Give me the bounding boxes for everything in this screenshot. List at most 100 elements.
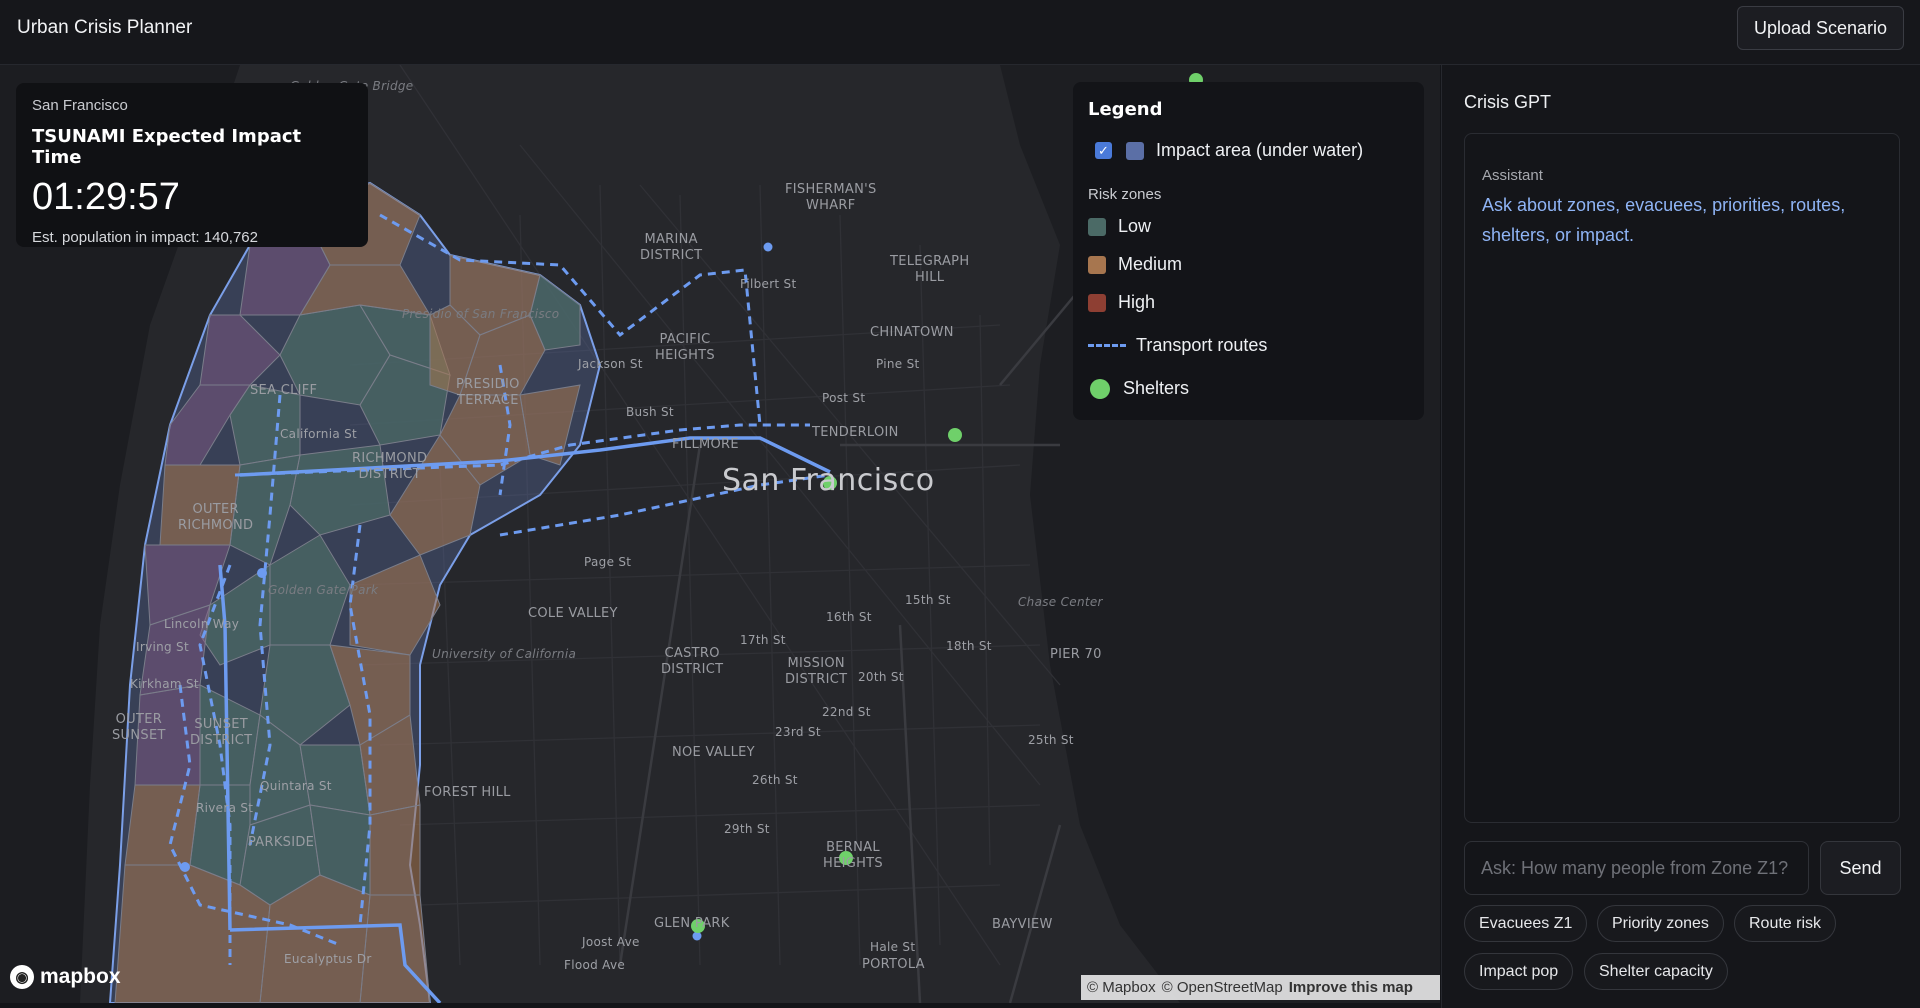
street-label: Eucalyptus Dr <box>284 952 372 966</box>
impact-area-checkbox[interactable]: ✓ <box>1095 142 1112 159</box>
app-title: Urban Crisis Planner <box>17 17 193 38</box>
district-label: FILLMORE <box>672 437 739 452</box>
street-label: 16th St <box>826 610 872 624</box>
district-label: CASTRO DISTRICT <box>661 646 724 677</box>
chat-title: Crisis GPT <box>1464 92 1551 112</box>
district-label: OUTER SUNSET <box>112 712 166 743</box>
street-label: 20th St <box>858 670 904 684</box>
impact-area-swatch <box>1126 141 1144 160</box>
place-label: PIER 70 <box>1050 647 1102 662</box>
district-label: MARINA DISTRICT <box>640 232 703 263</box>
place-label: Chase Center <box>1018 595 1103 609</box>
district-label: CHINATOWN <box>870 325 954 340</box>
risk-medium-swatch <box>1088 255 1106 274</box>
district-label: MISSION DISTRICT <box>785 656 848 687</box>
street-label: 15th St <box>905 593 951 607</box>
impact-population: Est. population in impact: 140,762 <box>32 229 258 246</box>
chip-route-risk[interactable]: Route risk <box>1734 905 1837 942</box>
mapbox-logo[interactable]: ◉ mapbox <box>10 965 121 989</box>
street-label: 26th St <box>752 773 798 787</box>
map-attribution: © Mapbox © OpenStreetMap Improve this ma… <box>1081 975 1440 1000</box>
street-label: 29th St <box>724 822 770 836</box>
impact-card: San Francisco TSUNAMI Expected Impact Ti… <box>16 83 368 247</box>
district-label: BERNAL HEIGHTS <box>823 840 883 871</box>
street-label: Hale St <box>870 940 916 954</box>
route-dash-swatch <box>1088 344 1126 347</box>
risk-high-label: High <box>1118 292 1156 312</box>
legend-panel: Legend ✓ Impact area (under water) Risk … <box>1073 82 1424 420</box>
street-label: Lincoln Way <box>164 617 240 631</box>
street-label: Filbert St <box>740 277 797 291</box>
impact-area-label: Impact area (under water) <box>1156 140 1364 160</box>
assistant-role-label: Assistant <box>1482 167 1543 184</box>
street-label: 18th St <box>946 639 992 653</box>
shelter-dot-swatch <box>1090 378 1110 399</box>
district-label: COLE VALLEY <box>528 606 618 621</box>
place-label: University of California <box>432 647 577 661</box>
district-label: BAYVIEW <box>992 917 1053 932</box>
place-label: Golden Gate Park <box>268 583 379 597</box>
street-label: 17th St <box>740 633 786 647</box>
street-label: 23rd St <box>775 725 821 739</box>
legend-title: Legend <box>1088 99 1163 120</box>
district-label: TENDERLOIN <box>812 425 899 440</box>
mapbox-wordmark: mapbox <box>40 965 121 988</box>
city-label: San Francisco <box>722 463 935 498</box>
attrib-osm-link[interactable]: © OpenStreetMap <box>1162 979 1283 996</box>
routes-label: Transport routes <box>1136 335 1268 355</box>
district-label: PORTOLA <box>862 957 925 972</box>
legend-impact-area[interactable]: ✓ Impact area (under water) <box>1088 140 1363 161</box>
risk-low-swatch <box>1088 217 1106 236</box>
impact-countdown: 01:29:57 <box>32 176 180 218</box>
chat-history[interactable]: Assistant Ask about zones, evacuees, pri… <box>1464 133 1900 823</box>
street-label: California St <box>280 427 358 441</box>
legend-risk-medium: Medium <box>1088 254 1182 275</box>
street-label: Kirkham St <box>130 677 199 691</box>
map-canvas[interactable]: Golden Gate Bridge FISHERMAN'S WHARF MAR… <box>0 65 1440 1003</box>
street-label: Irving St <box>136 640 189 654</box>
street-label: Bush St <box>626 405 674 419</box>
street-label: Quintara St <box>260 779 332 793</box>
street-label: Pine St <box>876 357 920 371</box>
place-label: Presidio of San Francisco <box>402 307 560 321</box>
shelters-label: Shelters <box>1123 378 1190 398</box>
ask-input[interactable] <box>1464 841 1809 895</box>
street-label: Flood Ave <box>564 958 626 972</box>
district-label: GLEN PARK <box>654 916 730 931</box>
district-label: SEA CLIFF <box>250 383 318 398</box>
street-label: Rivera St <box>196 801 254 815</box>
send-button[interactable]: Send <box>1820 841 1901 895</box>
district-label: RICHMOND DISTRICT <box>352 451 428 482</box>
legend-risk-low: Low <box>1088 216 1151 237</box>
chip-priority-zones[interactable]: Priority zones <box>1597 905 1724 942</box>
district-label: OUTER RICHMOND <box>178 502 254 533</box>
legend-shelters: Shelters <box>1088 378 1189 399</box>
street-label: 25th St <box>1028 733 1074 747</box>
risk-zones-title: Risk zones <box>1088 186 1162 203</box>
district-label: PRESIDIO TERRACE <box>456 377 520 408</box>
street-label: Joost Ave <box>582 935 640 949</box>
chip-impact-pop[interactable]: Impact pop <box>1464 953 1574 990</box>
district-label: NOE VALLEY <box>672 745 755 760</box>
impact-city: San Francisco <box>32 97 128 114</box>
street-label: Post St <box>822 391 866 405</box>
upload-scenario-button[interactable]: Upload Scenario <box>1737 6 1904 50</box>
chip-shelter-capacity[interactable]: Shelter capacity <box>1584 953 1728 990</box>
attrib-mapbox-link[interactable]: © Mapbox <box>1087 979 1156 996</box>
risk-low-label: Low <box>1118 216 1152 236</box>
district-label: PARKSIDE <box>248 835 315 850</box>
legend-risk-high: High <box>1088 292 1155 313</box>
crisis-gpt-panel: Crisis GPT Assistant Ask about zones, ev… <box>1441 65 1920 1008</box>
improve-map-link[interactable]: Improve this map <box>1289 979 1413 996</box>
district-label: SUNSET DISTRICT <box>190 717 253 748</box>
district-label: FOREST HILL <box>424 785 511 800</box>
district-label: FISHERMAN'S WHARF <box>785 182 877 213</box>
chip-evacuees-z1[interactable]: Evacuees Z1 <box>1464 905 1588 942</box>
assistant-message: Ask about zones, evacuees, priorities, r… <box>1482 195 1846 245</box>
legend-routes: Transport routes <box>1088 335 1267 356</box>
risk-medium-label: Medium <box>1118 254 1183 274</box>
district-label: PACIFIC HEIGHTS <box>655 332 715 363</box>
street-label: 22nd St <box>822 705 871 719</box>
district-label: TELEGRAPH HILL <box>890 254 970 285</box>
mapbox-icon: ◉ <box>10 965 34 989</box>
